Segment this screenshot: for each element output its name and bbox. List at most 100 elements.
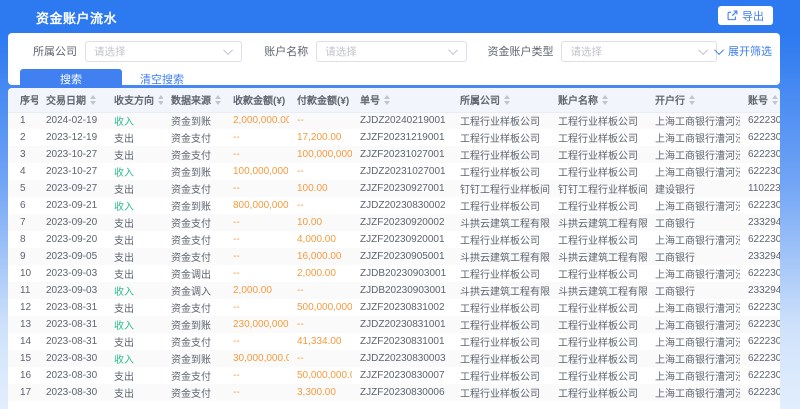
table-row: 72023-09-20支出资金支付--10.00ZJZF20230920002斗… bbox=[8, 214, 780, 231]
cell-payment: 50,000,000.00 bbox=[289, 367, 352, 384]
cell-date: 2023-09-21 bbox=[38, 197, 106, 214]
cell-direction: 收入 bbox=[106, 163, 163, 180]
cell-account_no: 622230111 bbox=[740, 112, 780, 129]
sort-caret-icon[interactable] bbox=[504, 95, 510, 105]
cell-payment: 4,000.00 bbox=[289, 231, 352, 248]
column-header-source[interactable]: 数据来源 bbox=[163, 88, 225, 112]
sort-caret-icon[interactable] bbox=[689, 95, 695, 105]
cell-date: 2023-09-27 bbox=[38, 180, 106, 197]
search-button[interactable]: 搜索 bbox=[20, 69, 122, 89]
cell-company: 工程行业样板公司 bbox=[452, 112, 550, 129]
column-header-payment[interactable]: 付款金额(¥) bbox=[289, 88, 352, 112]
cell-receipt: 800,000,000.00 bbox=[225, 197, 289, 214]
clear-search-button[interactable]: 清空搜索 bbox=[140, 71, 184, 87]
cell-date: 2023-09-20 bbox=[38, 231, 106, 248]
cell-receipt: 2,000,000.00 bbox=[225, 112, 289, 129]
cell-bank: 上海工商银行漕河泾支行 bbox=[647, 197, 740, 214]
sort-caret-icon[interactable] bbox=[602, 95, 608, 105]
cell-company: 工程行业样板公司 bbox=[452, 350, 550, 367]
sort-caret-icon[interactable] bbox=[384, 95, 390, 105]
account-type-filter-label: 资金账户类型 bbox=[487, 43, 553, 59]
cell-account_no: 622230111 bbox=[740, 316, 780, 333]
cell-date: 2023-09-03 bbox=[38, 282, 106, 299]
cell-company: 工程行业样板公司 bbox=[452, 367, 550, 384]
cell-bank: 工商银行 bbox=[647, 248, 740, 265]
cell-company: 斗拱云建筑工程有限公司 bbox=[452, 282, 550, 299]
cell-direction: 支出 bbox=[106, 299, 163, 316]
cell-account_name: 工程行业样板公司 bbox=[550, 367, 647, 384]
cell-receipt: -- bbox=[225, 265, 289, 282]
cell-company: 工程行业样板公司 bbox=[452, 316, 550, 333]
flow-table: 序号交易日期收支方向数据来源收款金额(¥)付款金额(¥)单号所属公司账户名称开户… bbox=[8, 88, 780, 401]
cell-payment: 2,000.00 bbox=[289, 265, 352, 282]
column-header-bank[interactable]: 开户行 bbox=[647, 88, 740, 112]
export-button[interactable]: 导出 bbox=[718, 6, 773, 25]
cell-direction: 支出 bbox=[106, 367, 163, 384]
cell-no: 16 bbox=[8, 367, 38, 384]
column-header-account_no[interactable]: 账号 bbox=[740, 88, 780, 112]
cell-direction: 支出 bbox=[106, 231, 163, 248]
cell-bank: 上海工商银行漕河泾支行 bbox=[647, 299, 740, 316]
sort-caret-icon[interactable] bbox=[158, 95, 163, 105]
cell-bank: 工商银行 bbox=[647, 282, 740, 299]
cell-direction: 收入 bbox=[106, 197, 163, 214]
column-label: 账户名称 bbox=[558, 92, 598, 107]
cell-bank: 上海工商银行漕河泾支行 bbox=[647, 231, 740, 248]
cell-source: 资金到账 bbox=[163, 350, 225, 367]
table-row: 122023-08-31支出资金支付--500,000,000.00ZJZF20… bbox=[8, 299, 780, 316]
cell-direction: 支出 bbox=[106, 333, 163, 350]
sort-caret-icon[interactable] bbox=[90, 95, 96, 105]
account-type-filter-select[interactable]: 请选择 bbox=[561, 41, 717, 62]
account-name-filter-select[interactable]: 请选择 bbox=[316, 41, 467, 62]
table-row: 152023-08-30收入资金到账30,000,000.00--ZJDZ202… bbox=[8, 350, 780, 367]
column-header-company[interactable]: 所属公司 bbox=[452, 88, 550, 112]
cell-source: 资金到账 bbox=[163, 316, 225, 333]
cell-account_name: 工程行业样板公司 bbox=[550, 350, 647, 367]
account-name-filter-label: 账户名称 bbox=[264, 43, 308, 59]
cell-payment: 10.00 bbox=[289, 214, 352, 231]
cell-receipt: -- bbox=[225, 231, 289, 248]
cell-payment: 500,000,000.00 bbox=[289, 299, 352, 316]
expand-filters-link[interactable]: 展开筛选 bbox=[717, 43, 772, 59]
cell-order_no: ZJZF20230905001 bbox=[352, 248, 452, 265]
cell-bank: 上海工商银行漕河泾支行 bbox=[647, 129, 740, 146]
column-header-order_no[interactable]: 单号 bbox=[352, 88, 452, 112]
cell-direction: 收入 bbox=[106, 112, 163, 129]
cell-account_no: 110223825 bbox=[740, 180, 780, 197]
cell-bank: 上海工商银行漕河泾支行 bbox=[647, 163, 740, 180]
column-header-account_name[interactable]: 账户名称 bbox=[550, 88, 647, 112]
cell-account_no: 622230111 bbox=[740, 163, 780, 180]
cell-account_no: 622230111 bbox=[740, 265, 780, 282]
cell-receipt: -- bbox=[225, 299, 289, 316]
company-filter-select[interactable]: 请选择 bbox=[85, 41, 242, 62]
cell-receipt: 2,000.00 bbox=[225, 282, 289, 299]
cell-bank: 上海工商银行漕河泾支行 bbox=[647, 316, 740, 333]
cell-account_no: 622230111 bbox=[740, 129, 780, 146]
cell-order_no: ZJZF20230927001 bbox=[352, 180, 452, 197]
cell-bank: 上海工商银行漕河泾支行 bbox=[647, 146, 740, 163]
sort-caret-icon[interactable] bbox=[772, 95, 778, 105]
cell-source: 资金支付 bbox=[163, 214, 225, 231]
cell-account_no: 233294894 bbox=[740, 282, 780, 299]
cell-no: 15 bbox=[8, 350, 38, 367]
top-bar: 资金账户流水 导出 bbox=[0, 0, 800, 30]
cell-order_no: ZJDB20230903001 bbox=[352, 265, 452, 282]
cell-source: 资金支付 bbox=[163, 180, 225, 197]
column-label: 收支方向 bbox=[114, 92, 154, 107]
cell-date: 2024-02-19 bbox=[38, 112, 106, 129]
cell-account_name: 工程行业样板公司 bbox=[550, 146, 647, 163]
column-header-date[interactable]: 交易日期 bbox=[38, 88, 106, 112]
cell-no: 12 bbox=[8, 299, 38, 316]
cell-account_no: 622230111 bbox=[740, 367, 780, 384]
column-header-direction[interactable]: 收支方向 bbox=[106, 88, 163, 112]
cell-account_name: 工程行业样板公司 bbox=[550, 231, 647, 248]
cell-bank: 上海工商银行漕河泾支行 bbox=[647, 384, 740, 401]
column-header-receipt[interactable]: 收款金额(¥) bbox=[225, 88, 289, 112]
cell-company: 斗拱云建筑工程有限公司 bbox=[452, 214, 550, 231]
cell-receipt: -- bbox=[225, 129, 289, 146]
sort-caret-icon[interactable] bbox=[215, 95, 221, 105]
cell-bank: 上海工商银行漕河泾支行 bbox=[647, 367, 740, 384]
export-icon bbox=[727, 10, 738, 21]
cell-account_no: 233294894 bbox=[740, 248, 780, 265]
cell-account_no: 622230111 bbox=[740, 333, 780, 350]
